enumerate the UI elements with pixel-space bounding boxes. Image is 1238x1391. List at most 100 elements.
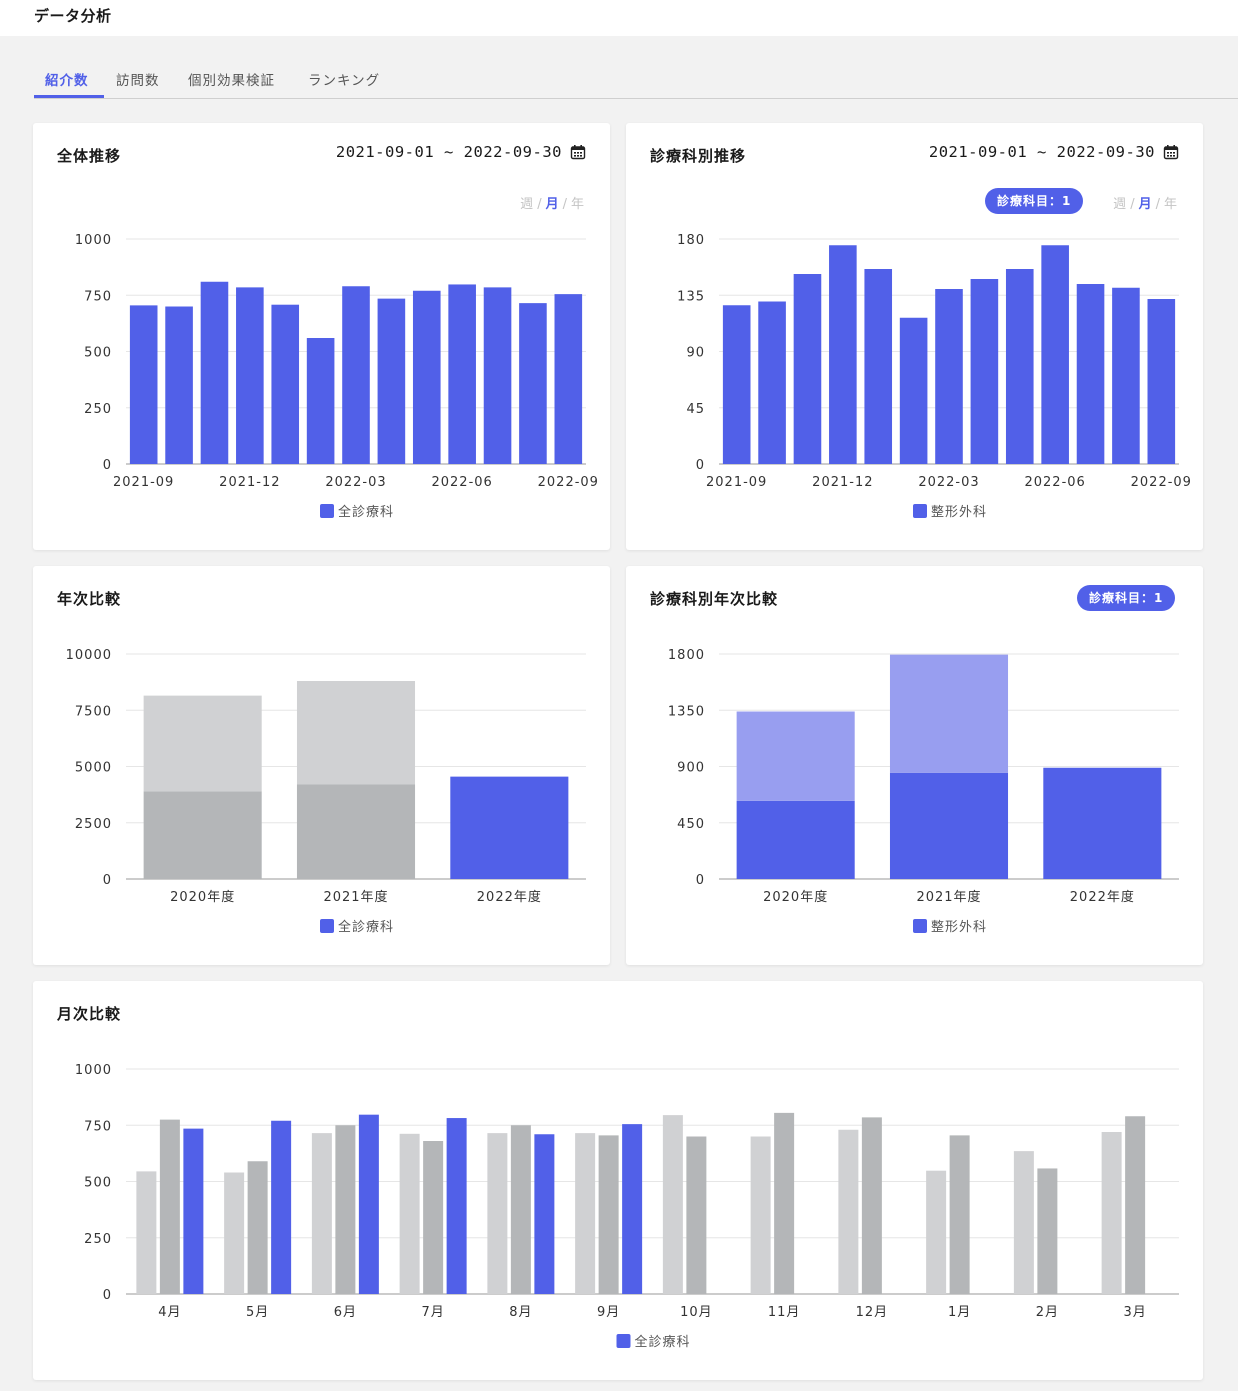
y-tick-label: 450 [677, 817, 705, 832]
y-tick-label: 250 [84, 1232, 112, 1247]
bar [271, 1120, 292, 1294]
bar [750, 1136, 771, 1294]
y-tick-label: 900 [677, 761, 705, 776]
active-tab-indicator [34, 95, 104, 98]
legend-swatch [616, 1334, 631, 1348]
x-tick-label: 12月 [856, 1305, 889, 1320]
bar [247, 1161, 268, 1294]
tab-ranking[interactable]: ランキング [308, 69, 380, 89]
x-tick-label: 2021年度 [323, 889, 388, 905]
bar [861, 1117, 882, 1294]
bar [774, 1112, 795, 1294]
bar-segment-upper [736, 711, 855, 801]
card-overall-trend: 全体推移 2021-09-01 ~ 2022-09-30 週 / 月 / 年 0 250 5… [33, 123, 610, 550]
x-tick-label: 11月 [768, 1305, 801, 1320]
bar [926, 1170, 947, 1294]
y-tick-label: 90 [686, 346, 705, 361]
y-tick-label: 1350 [668, 704, 705, 719]
bar [412, 290, 441, 464]
y-tick-label: 180 [677, 233, 705, 248]
card-dept-trend: 診療科別推移 2021-09-01 ~ 2022-09-30 診療科目：1 週 /… [626, 123, 1203, 550]
bar-segment-upper [296, 681, 416, 785]
bar [342, 286, 370, 464]
y-tick-label: 750 [84, 1119, 112, 1134]
legend-label: 整形外科 [931, 920, 987, 935]
bar [236, 287, 264, 464]
y-tick-label: 500 [84, 346, 112, 361]
y-tick-label: 750 [84, 289, 112, 304]
x-tick-label: 6月 [334, 1305, 357, 1320]
dept-trend-chart: 0 45 90 135 180 2021-09 2021-12 2022-03 2022-06 2… [677, 233, 1192, 520]
bar [311, 1133, 332, 1294]
bar [446, 1118, 467, 1294]
bar [448, 284, 476, 464]
legend-swatch [913, 504, 927, 518]
y-tick-label: 1800 [668, 648, 705, 663]
y-tick-label: 5000 [75, 761, 112, 776]
x-tick-label: 2021-12 [219, 475, 280, 490]
bar-segment-upper [889, 654, 1009, 773]
x-tick-label: 2021-09 [113, 475, 174, 490]
dept-yearly-comparison-chart: 0 450 900 1350 1800 2020年度 2021年度 2022年度整形外科 [668, 648, 1179, 935]
legend-label: 全診療科 [338, 919, 394, 935]
bar [423, 1141, 444, 1294]
legend-swatch [320, 504, 334, 518]
bar [1125, 1116, 1146, 1294]
bar [510, 1125, 531, 1294]
bar [1005, 269, 1034, 464]
bar [1147, 299, 1176, 464]
tab-individual-effect[interactable]: 個別効果検証 [188, 69, 275, 89]
x-tick-label: 10月 [680, 1305, 713, 1320]
x-tick-label: 2022-09 [1131, 475, 1192, 490]
bar [622, 1124, 643, 1294]
legend-swatch [913, 919, 927, 933]
bar [1013, 1151, 1034, 1294]
bar [899, 317, 928, 464]
card-yearly-comparison: 年次比較 0 2500 5000 7500 10000 2020年度 2021年度 2022年… [33, 566, 610, 965]
bar [554, 294, 583, 464]
y-tick-label: 2500 [75, 817, 112, 832]
bar [165, 306, 193, 464]
bar [224, 1172, 245, 1294]
legend-label: 整形外科 [931, 505, 987, 520]
bar [864, 269, 893, 464]
x-tick-label: 2022年度 [1070, 889, 1135, 905]
y-tick-label: 250 [84, 402, 112, 417]
bar [377, 298, 406, 464]
card-monthly-comparison: 月次比較 0 250 500 750 1000 4月 5月 6月 7月 8月 9月 10月 11月 12月… [33, 981, 1203, 1380]
bar [519, 303, 547, 464]
x-tick-label: 2022-03 [325, 475, 386, 490]
y-tick-label: 7500 [75, 704, 112, 719]
bar-segment-lower [296, 784, 416, 879]
bar [487, 1133, 508, 1294]
bar [271, 304, 300, 464]
y-tick-label: 10000 [66, 648, 112, 663]
bar [306, 338, 335, 464]
tab-referrals[interactable]: 紹介数 [45, 69, 89, 89]
x-tick-label: 2022年度 [477, 889, 542, 905]
x-tick-label: 1月 [948, 1305, 971, 1320]
bar [136, 1171, 157, 1294]
bar [1041, 245, 1069, 464]
x-tick-label: 2月 [1036, 1305, 1059, 1320]
bar [970, 279, 999, 464]
bar [159, 1119, 180, 1294]
bar [335, 1125, 356, 1294]
legend-label: 全診療科 [338, 504, 394, 520]
bar-segment-lower [889, 772, 1009, 879]
bar-segment-upper [143, 695, 262, 792]
yearly-comparison-chart: 0 2500 5000 7500 10000 2020年度 2021年度 2022年度全診療科 [66, 648, 586, 935]
bar [935, 289, 963, 464]
legend-swatch [320, 919, 334, 933]
x-tick-label: 2022-06 [1024, 475, 1085, 490]
bar-segment-lower [736, 800, 855, 879]
x-tick-label: 2022-09 [538, 475, 599, 490]
x-tick-label: 2022-06 [431, 475, 492, 490]
x-tick-label: 5月 [246, 1305, 269, 1320]
card-dept-yearly-comparison: 診療科別年次比較 診療科目：1 0 450 900 1350 1800 2020年度 202… [626, 566, 1203, 965]
bar [483, 287, 512, 464]
bar [838, 1129, 859, 1294]
y-tick-label: 135 [677, 289, 705, 304]
tab-visits[interactable]: 訪問数 [116, 69, 160, 89]
monthly-comparison-chart: 0 250 500 750 1000 4月 5月 6月 7月 8月 9月 10月 11月 12月 1月 2月 3… [75, 1063, 1179, 1350]
